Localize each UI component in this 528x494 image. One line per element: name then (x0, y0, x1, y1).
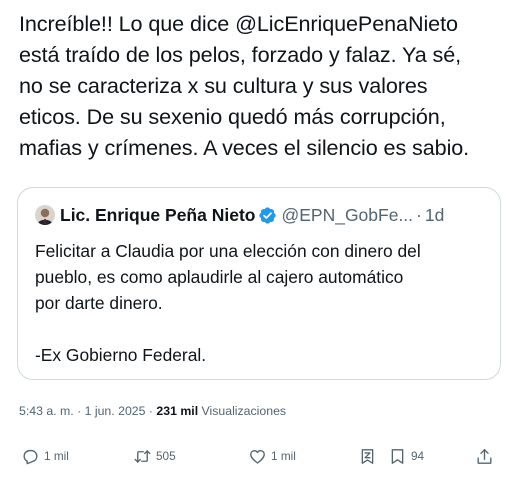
quoted-text-line: -Ex Gobierno Federal. (35, 345, 207, 365)
avatar[interactable] (35, 205, 55, 225)
views-count: 231 mil (156, 404, 199, 418)
like-count: 1 mil (271, 449, 296, 463)
tweet-text-line: está traído de los pelos, forzado y fala… (19, 42, 462, 67)
tweet-text-line: eticos. De su sexenio quedó más corrupci… (19, 104, 446, 129)
bookmark-icon (391, 448, 404, 464)
quoted-text-line (35, 316, 495, 342)
like-button[interactable]: 1 mil (248, 442, 296, 470)
reply-icon (23, 449, 38, 464)
action-bar: 1 mil 505 1 mil 94 (0, 442, 528, 470)
quoted-text-line: pueblo, es como aplaudirle al cajero aut… (35, 267, 404, 287)
quoted-author-name[interactable]: Lic. Enrique Peña Nieto (60, 204, 255, 226)
quoted-author-handle[interactable]: @EPN_GobFe... (281, 204, 413, 226)
bookmark-button[interactable]: 94 (388, 442, 424, 470)
quoted-text-line: Felicitar a Claudia por una elección con… (35, 241, 421, 261)
like-icon (250, 449, 265, 464)
quoted-tweet-text: Felicitar a Claudia por una elección con… (35, 238, 495, 368)
quoted-tweet-time[interactable]: 1d (425, 204, 444, 226)
tweet-text-line: mafias y crímenes. A veces el silencio e… (19, 135, 470, 160)
quoted-text-line: por darte dinero. (35, 293, 163, 313)
retweet-count: 505 (156, 449, 176, 463)
share-icon (477, 448, 492, 464)
tweet-meta: 5:43 a. m. · 1 jun. 2025 · 231 mil Visua… (19, 404, 286, 418)
tweet-text: Increíble!! Lo que dice @LicEnriquePenaN… (19, 8, 519, 163)
quoted-tweet-card[interactable]: Lic. Enrique Peña Nieto @EPN_GobFe... · … (17, 187, 501, 380)
reply-count: 1 mil (44, 449, 69, 463)
verified-badge-icon (258, 206, 277, 225)
grok-icon (361, 448, 374, 464)
quoted-tweet-header: Lic. Enrique Peña Nieto @EPN_GobFe... · … (35, 204, 444, 226)
tweet-text-line: Increíble!! Lo que dice @LicEnriquePenaN… (19, 11, 458, 36)
header-separator: · (416, 205, 422, 225)
bookmark-count: 94 (411, 449, 425, 463)
views-label: Visualizaciones (198, 404, 287, 418)
retweet-icon (134, 449, 151, 463)
tweet-text-line: no se caracteriza x su cultura y sus val… (19, 73, 428, 98)
retweet-button[interactable]: 505 (133, 442, 176, 470)
reply-button[interactable]: 1 mil (21, 442, 69, 470)
share-button[interactable] (475, 442, 494, 470)
tweet-timestamp[interactable]: 5:43 a. m. · 1 jun. 2025 · (19, 404, 156, 418)
grok-button[interactable] (358, 442, 377, 470)
